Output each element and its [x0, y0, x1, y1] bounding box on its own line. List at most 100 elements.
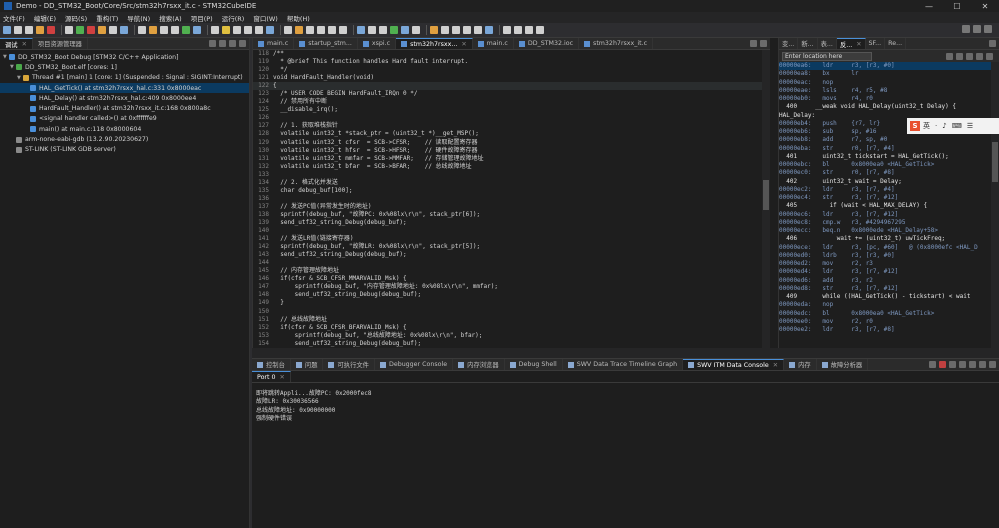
toolbar-button-icon[interactable]: [138, 26, 146, 34]
toolbar-button-icon[interactable]: [485, 26, 493, 34]
toolbar-button-icon[interactable]: [211, 26, 219, 34]
stop-trace-icon[interactable]: [939, 361, 946, 368]
toolbar-button-icon[interactable]: [47, 26, 55, 34]
toolbar-button-icon[interactable]: [514, 26, 522, 34]
editor-tab[interactable]: main.c: [253, 38, 295, 49]
toolbar-button-icon[interactable]: [339, 26, 347, 34]
asm-line[interactable]: 00000ebc: bl 0x8000ea0 <HAL_GetTick>: [779, 161, 992, 169]
minimize-panel-icon[interactable]: [229, 40, 236, 47]
debug-tree-item[interactable]: ▼ Thread #1 [main] 1 [core: 1] (Suspended…: [0, 73, 249, 83]
asm-line[interactable]: 00000ea6: ldr r3, [r3, #0]: [779, 62, 992, 71]
asm-line[interactable]: 00000ec6: ldr r3, [r7, #12]: [779, 211, 992, 219]
editor-tab[interactable]: DD_STM32.ioc: [514, 38, 580, 49]
menu-item[interactable]: 项目(P): [191, 13, 213, 23]
toolbar-button-icon[interactable]: [98, 26, 106, 34]
menu-item[interactable]: 搜索(A): [159, 13, 182, 23]
view-menu-icon[interactable]: [219, 40, 226, 47]
toolbar-button-icon[interactable]: [295, 26, 303, 34]
toolbar-button-icon[interactable]: [255, 26, 263, 34]
toolbar-button-icon[interactable]: [25, 26, 33, 34]
asm-line[interactable]: 00000ed4: ldr r3, [r7, #12]: [779, 268, 992, 276]
toolbar-button-icon[interactable]: [160, 26, 168, 34]
code-line[interactable]: 123 /* USER CODE BEGIN HardFault_IRQn 0 …: [253, 90, 763, 98]
toolbar-button-icon[interactable]: [379, 26, 387, 34]
editor-scrollbar[interactable]: [762, 50, 770, 348]
bottom-tab[interactable]: 问题: [291, 359, 324, 370]
disassembly-view-tab[interactable]: 断...: [798, 38, 818, 49]
toolbar-button-icon[interactable]: [412, 26, 420, 34]
bottom-tab[interactable]: 内存: [784, 359, 817, 370]
tab-port-0[interactable]: Port 0 ✕: [252, 371, 291, 382]
toolbar-button-icon[interactable]: [357, 26, 365, 34]
code-line[interactable]: 152 if(cfsr & SCB_CFSR_BFARVALID_Msk) {: [253, 324, 763, 332]
ime-keyboard-icon[interactable]: ⌨: [952, 122, 962, 130]
minimize-panel-icon[interactable]: [750, 40, 757, 47]
toolbar-button-icon[interactable]: [109, 26, 117, 34]
asm-line[interactable]: 00000edc: bl 0x8000ea0 <HAL_GetTick>: [779, 310, 992, 318]
debug-tree-item[interactable]: HardFault_Handler() at stm32h7rsxx_it.c:…: [0, 103, 249, 113]
toolbar-button-icon[interactable]: [390, 26, 398, 34]
disassembly-view-tab[interactable]: 变...: [779, 38, 799, 49]
ime-voice-icon[interactable]: ♪: [942, 122, 946, 130]
asm-line[interactable]: 00000ea8: bx lr: [779, 70, 992, 78]
tab-project-explorer[interactable]: 项目资源管理器: [33, 38, 88, 49]
toolbar-button-icon[interactable]: [76, 26, 84, 34]
toolbar-button-icon[interactable]: [87, 26, 95, 34]
minimize-panel-icon[interactable]: [979, 361, 986, 368]
toolbar-button-icon[interactable]: [65, 26, 73, 34]
collapse-icon[interactable]: [209, 40, 216, 47]
source-line[interactable]: 402 uint32_t wait = Delay;: [779, 178, 992, 186]
code-line[interactable]: 134 // 2. 格式化并发送: [253, 179, 763, 187]
toolbar-button-icon[interactable]: [317, 26, 325, 34]
close-tab-icon[interactable]: ✕: [280, 374, 285, 381]
debug-tree-item[interactable]: ST-LINK (ST-LINK GDB server): [0, 145, 249, 155]
debug-tree-item[interactable]: main() at main.c:118 0x8000604: [0, 124, 249, 134]
code-line[interactable]: 148 send_utf32_string_Debug(debug_buf);: [253, 291, 763, 299]
menu-item[interactable]: 文件(F): [3, 13, 25, 23]
toolbar-button-icon[interactable]: [452, 26, 460, 34]
debug-tree-item[interactable]: HAL_GetTick() at stm32h7rsxx_hal.c:331 0…: [0, 82, 249, 94]
bottom-tab[interactable]: 控制台: [252, 359, 291, 370]
toolbar-button-icon[interactable]: [266, 26, 274, 34]
toolbar-button-icon[interactable]: [233, 26, 241, 34]
ime-menu-icon[interactable]: ☰: [967, 122, 973, 130]
source-line[interactable]: 409 while ((HAL_GetTick() - tickstart) <…: [779, 293, 992, 301]
code-line[interactable]: 129 volatile uint32_t cfsr = SCB->CFSR; …: [253, 139, 763, 147]
asm-line[interactable]: 00000eda: nop: [779, 301, 992, 309]
code-area[interactable]: 118/** 119 * @brief This function handles…: [253, 50, 763, 348]
asm-line[interactable]: 00000ecc: beq.n 0x8000ede <HAL_Delay+58>: [779, 227, 992, 235]
toolbar-button-icon[interactable]: [182, 26, 190, 34]
code-line[interactable]: 118 /**: [253, 50, 763, 58]
refresh-icon[interactable]: [946, 52, 953, 60]
toolbar-button-icon[interactable]: [244, 26, 252, 34]
toolbar-button-icon[interactable]: [149, 26, 157, 34]
code-line[interactable]: 130 volatile uint32_t hfsr = SCB->HFSR; …: [253, 147, 763, 155]
toolbar-button-icon[interactable]: [171, 26, 179, 34]
disassembly-code[interactable]: 00000ea6: ldr r3, [r3, #0] 00000ea8: bx l…: [779, 62, 992, 334]
code-line[interactable]: 133: [253, 171, 763, 179]
disassembly-view-tab[interactable]: 反... ✕: [836, 38, 866, 49]
code-line[interactable]: 136: [253, 195, 763, 203]
code-line[interactable]: 121 void HardFault_Handler(void): [253, 74, 763, 82]
asm-line[interactable]: 00000eba: str r0, [r7, #4]: [779, 145, 992, 153]
source-line[interactable]: 405 if (wait < HAL_MAX_DELAY) {: [779, 202, 992, 210]
toolbar-button-icon[interactable]: [284, 26, 292, 34]
perspective-icon[interactable]: [973, 25, 981, 33]
maximize-panel-icon[interactable]: [989, 361, 996, 368]
asm-line[interactable]: 00000ece: ldr r3, [pc, #60] @ (0x8000efc…: [779, 244, 992, 252]
minimize-icon[interactable]: —: [915, 0, 943, 12]
menu-item[interactable]: 源码(S): [65, 13, 87, 23]
source-line[interactable]: 401 uint32_t tickstart = HAL_GetTick();: [779, 153, 992, 161]
code-line[interactable]: 141 // 发送LR值(链接寄存器): [253, 235, 763, 243]
asm-line[interactable]: 00000eae: lsls r4, r5, #8: [779, 87, 992, 95]
scrollbar-thumb[interactable]: [992, 142, 998, 182]
editor-tab[interactable]: startup_stm...: [294, 38, 358, 49]
settings-icon[interactable]: [976, 52, 983, 60]
source-line[interactable]: 406 wait += (uint32_t) uwTickFreq;: [779, 235, 992, 243]
toolbar-button-icon[interactable]: [463, 26, 471, 34]
maximize-icon[interactable]: ☐: [943, 0, 971, 12]
code-line[interactable]: 150: [253, 308, 763, 316]
menu-item[interactable]: 运行(R): [222, 13, 245, 23]
disassembly-scrollbar[interactable]: [991, 62, 999, 348]
editor-tab[interactable]: stm32h7rsxx_it.c: [579, 38, 654, 49]
